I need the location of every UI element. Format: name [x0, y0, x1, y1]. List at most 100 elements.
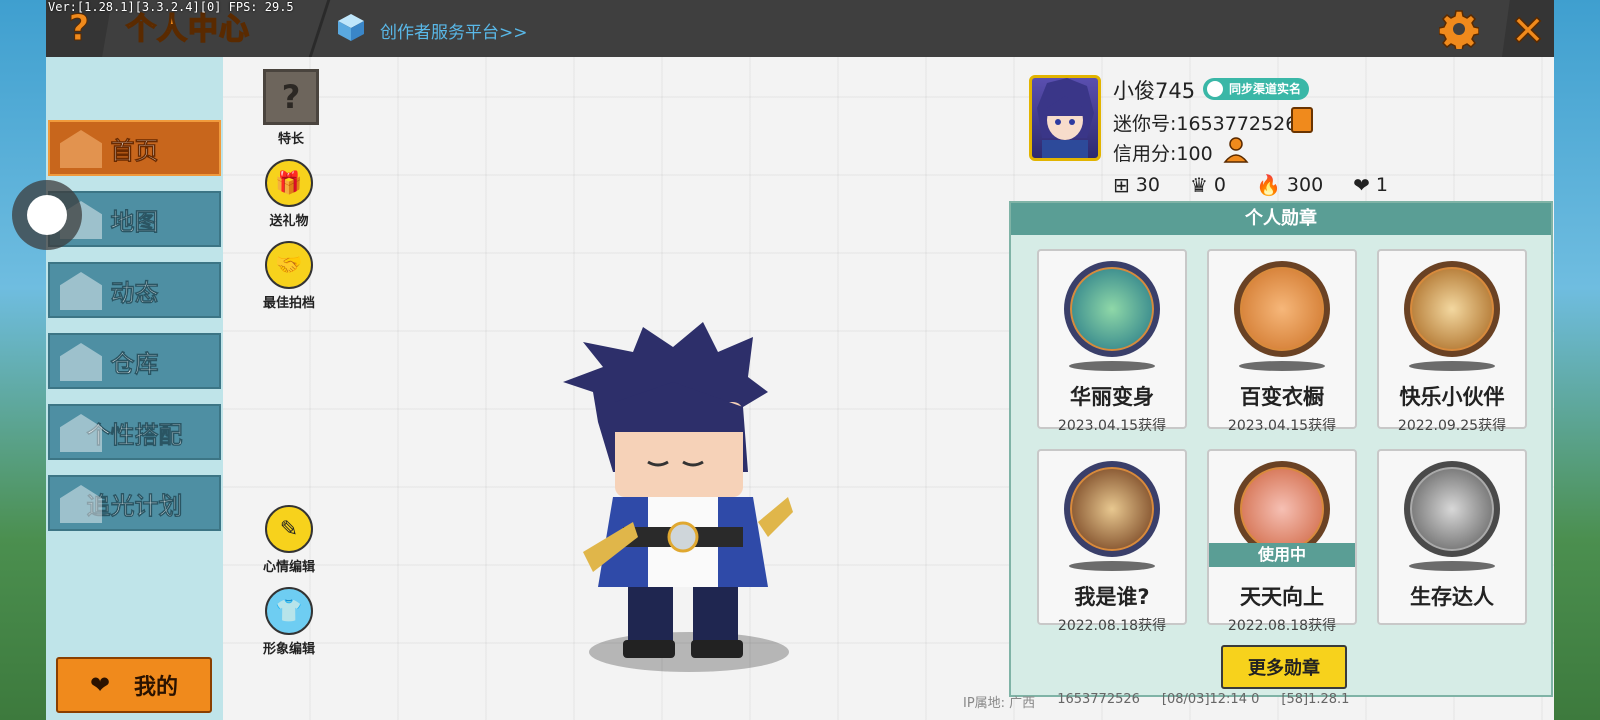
medal-date: 2023.04.15获得: [1227, 418, 1337, 434]
debug-overlay: Ver:[1.28.1][3.3.2.4][0] FPS: 29.5: [48, 0, 294, 14]
cube-icon: [338, 14, 364, 41]
stat-popularity[interactable]: 🔥 300: [1256, 173, 1323, 197]
medal-date: 2022.08.18获得: [1227, 618, 1337, 634]
close-icon: ×: [1510, 3, 1547, 53]
sidebar-item-storage[interactable]: 仓库: [48, 333, 221, 389]
mood-edit-button[interactable]: ✎ 心情编辑: [249, 505, 329, 575]
medal-fire-locked-icon: [1404, 461, 1500, 557]
medal-dino-icon: [1064, 261, 1160, 357]
stat-fans[interactable]: ♛ 0: [1190, 173, 1226, 197]
mood-label: 心情编辑: [262, 560, 315, 575]
in-use-badge: 使用中: [1209, 543, 1355, 567]
gear-icon: [1439, 10, 1479, 49]
medal-name: 我是谁?: [1074, 585, 1150, 609]
medal-friends-icon: [1404, 261, 1500, 357]
sidebar-item-home[interactable]: 首页: [48, 120, 221, 176]
copy-icon[interactable]: [1291, 107, 1313, 133]
profile-stats: ⊞ 30 ♛ 0 🔥 300 ❤ 1: [1113, 173, 1388, 197]
divider: [308, 0, 331, 57]
stat-hearts[interactable]: ❤ 1: [1353, 173, 1388, 197]
question-icon: ?: [263, 69, 319, 125]
medal-date: 2022.08.18获得: [1057, 618, 1167, 634]
person-credit-icon[interactable]: [1223, 137, 1249, 163]
medal-name: 快乐小伙伴: [1399, 385, 1505, 409]
footer-version: [58]1.28.1: [1281, 692, 1350, 707]
personal-center-window: ? 个人中心 创作者服务平台>> × 首页 地图 动态 仓库 个性搭配 追光计划…: [46, 0, 1554, 720]
more-medals-button[interactable]: 更多勋章: [1221, 645, 1347, 689]
medal-pedestal: [1409, 561, 1495, 571]
medal-wardrobe-icon: [1234, 261, 1330, 357]
avatar-portrait: [1037, 78, 1094, 158]
heart-icon: ❤: [89, 671, 111, 699]
username: 小俊745: [1113, 79, 1196, 103]
medal-name: 天天向上: [1240, 585, 1324, 609]
footer-time: [08/03]12:14 0: [1161, 692, 1260, 707]
talent-label: 特长: [277, 132, 304, 147]
credit-score: 信用分:100: [1113, 143, 1213, 165]
close-button[interactable]: ×: [1502, 0, 1554, 57]
stat-likes[interactable]: ⊞ 30: [1113, 173, 1160, 197]
sidebar-item-label: 动态: [110, 278, 159, 307]
footer-uid: 1653772526: [1057, 692, 1140, 707]
sidebar-item-plan[interactable]: 追光计划: [48, 475, 221, 531]
likes-value: 30: [1135, 174, 1160, 196]
ip-location: IP属地: 广西: [963, 696, 1036, 711]
sync-realname-badge[interactable]: 同步渠道实名: [1203, 78, 1310, 100]
outfit-icon: 👕: [265, 587, 313, 635]
handshake-icon: 🤝: [265, 241, 313, 289]
partner-label: 最佳拍档: [262, 296, 315, 311]
fans-icon: ♛: [1189, 173, 1208, 197]
sidebar-item-style[interactable]: 个性搭配: [48, 404, 221, 460]
flame-icon: 🔥: [1255, 173, 1281, 197]
medal-panel: 个人勋章 华丽变身 2023.04.15获得 百变衣橱 2023.04.15获得…: [1009, 201, 1553, 697]
settings-button[interactable]: [1436, 8, 1482, 50]
medal-card[interactable]: 快乐小伙伴 2022.09.25获得: [1377, 249, 1527, 434]
image-edit-button[interactable]: 👕 形象编辑: [249, 587, 329, 657]
home-icon: [60, 130, 102, 168]
bell-icon: [60, 272, 102, 310]
medal-letter-icon: [1064, 461, 1160, 557]
send-gift-button[interactable]: 🎁 送礼物: [249, 159, 329, 229]
medal-pedestal: [1239, 361, 1325, 371]
house-icon: [60, 343, 102, 381]
edit-icon: ✎: [265, 505, 313, 553]
sidebar-item-label: 首页: [110, 136, 159, 165]
popularity-value: 300: [1286, 174, 1324, 196]
sidebar-item-label: 仓库: [110, 349, 159, 378]
mine-button[interactable]: ❤ 我的: [56, 657, 212, 713]
medal-pedestal: [1409, 361, 1495, 371]
floating-assist-handle[interactable]: [12, 180, 82, 250]
footer-info: IP属地: 广西 1653772526 [08/03]12:14 0 [58]1…: [963, 692, 1349, 711]
gift-label: 送礼物: [269, 214, 309, 229]
medal-card[interactable]: 华丽变身 2023.04.15获得: [1037, 249, 1187, 434]
image-label: 形象编辑: [262, 642, 315, 657]
medal-pedestal: [1069, 561, 1155, 571]
plus-square-icon: ⊞: [1113, 173, 1130, 197]
medal-name: 百变衣橱: [1240, 385, 1324, 409]
hearts-value: 1: [1375, 174, 1389, 196]
mini-id: 迷你号:1653772526: [1113, 113, 1298, 135]
help-icon: ?: [68, 8, 90, 50]
medal-pedestal: [1069, 361, 1155, 371]
avatar[interactable]: [1029, 75, 1101, 161]
gift-icon: 🎁: [265, 159, 313, 207]
talent-button[interactable]: ? 特长: [251, 69, 331, 147]
medal-card[interactable]: 我是谁? 2022.08.18获得: [1037, 449, 1187, 634]
fans-value: 0: [1213, 174, 1226, 196]
medal-card[interactable]: 生存达人: [1377, 449, 1527, 625]
medal-panel-title: 个人勋章: [1011, 203, 1551, 235]
sidebar-item-label: 地图: [110, 207, 159, 236]
mine-label: 我的: [134, 675, 179, 700]
sidebar: 首页 地图 动态 仓库 个性搭配 追光计划 ❤ 我的: [46, 57, 223, 720]
medal-date: 2023.04.15获得: [1057, 418, 1167, 434]
sidebar-item-feed[interactable]: 动态: [48, 262, 221, 318]
creator-platform-link[interactable]: 创作者服务平台>>: [380, 18, 528, 43]
main-content: ? 特长 🎁 送礼物 🤝 最佳拍档 ✎ 心情编辑 👕 形象编辑 小俊745 同步…: [223, 57, 1554, 720]
hearts-icon: ❤: [1353, 173, 1370, 197]
medal-card[interactable]: 使用中 天天向上 2022.08.18获得: [1207, 449, 1357, 634]
best-partner-button[interactable]: 🤝 最佳拍档: [249, 241, 329, 311]
character-model[interactable]: [553, 322, 823, 672]
medal-name: 生存达人: [1410, 585, 1494, 609]
floating-assist-dot: [27, 195, 67, 235]
medal-card[interactable]: 百变衣橱 2023.04.15获得: [1207, 249, 1357, 434]
